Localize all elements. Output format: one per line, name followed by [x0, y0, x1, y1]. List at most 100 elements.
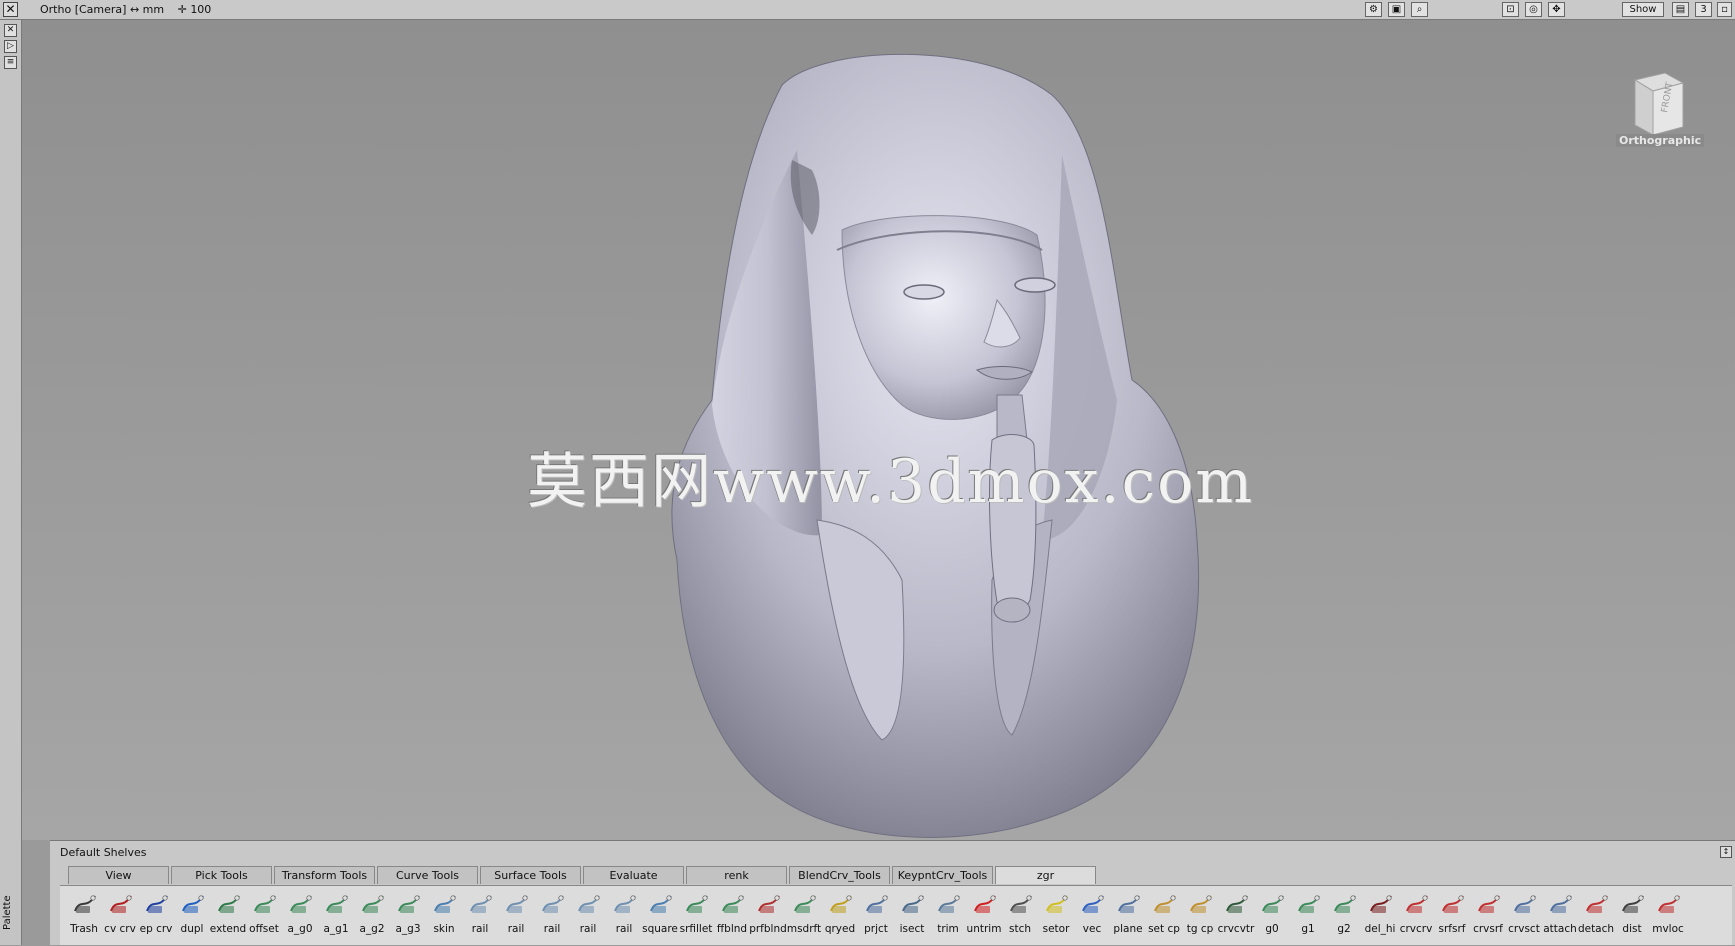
tool-Trash-button[interactable]: Trash [66, 886, 102, 944]
project-icon [866, 895, 888, 913]
tool-attach-button[interactable]: attach [1542, 886, 1578, 944]
layout-number-button[interactable]: 3 [1695, 2, 1712, 17]
tool-vec-button[interactable]: vec [1074, 886, 1110, 944]
tool-label: g2 [1337, 923, 1351, 935]
tool-label: set cp [1148, 923, 1180, 935]
palette-label[interactable]: Palette [2, 870, 16, 930]
shelf-tab-surface-tools[interactable]: Surface Tools [480, 866, 581, 884]
tool-prfblnd-button[interactable]: prfblnd [749, 886, 787, 944]
tool-crvcrv-button[interactable]: crvcrv [1398, 886, 1434, 944]
tool-label: a_g2 [359, 923, 385, 935]
tool-square-button[interactable]: square [642, 886, 678, 944]
close-panel-icon[interactable]: ✕ [4, 24, 17, 37]
expand-arrow-icon[interactable]: ▷ [4, 40, 17, 53]
tool-rail-button[interactable]: rail [462, 886, 498, 944]
shelf-tab-evaluate[interactable]: Evaluate [583, 866, 684, 884]
show-button[interactable]: Show [1622, 2, 1664, 17]
view-move-icon[interactable]: ✥ [1548, 2, 1565, 17]
curve-surface-icon [1478, 895, 1500, 913]
tool-rail-button[interactable]: rail [534, 886, 570, 944]
tool-label: vec [1082, 923, 1102, 935]
tool-del-hi-button[interactable]: del_hi [1362, 886, 1398, 944]
tool-ep-crv-button[interactable]: ep crv [138, 886, 174, 944]
shelf-resize-icon[interactable]: ↕ [1720, 846, 1732, 858]
tool-skin-button[interactable]: skin [426, 886, 462, 944]
tool-label: dupl [180, 923, 204, 935]
tool-trim-button[interactable]: trim [930, 886, 966, 944]
tool-rail-button[interactable]: rail [570, 886, 606, 944]
tool-g1-button[interactable]: g1 [1290, 886, 1326, 944]
camera-zoom-icon[interactable]: ⌕ [1411, 2, 1428, 17]
tool-dist-button[interactable]: dist [1614, 886, 1650, 944]
intersect-icon [902, 895, 924, 913]
tool-label: crvsrf [1473, 923, 1503, 935]
tool-cv-crv-button[interactable]: cv crv [102, 886, 138, 944]
align-g2-icon [362, 895, 384, 913]
shelf-tab-keypntcrv-tools[interactable]: KeypntCrv_Tools [892, 866, 993, 884]
tool-plane-button[interactable]: plane [1110, 886, 1146, 944]
tool-a-g3-button[interactable]: a_g3 [390, 886, 426, 944]
view-fit-icon[interactable]: ⊡ [1502, 2, 1519, 17]
tool-detach-button[interactable]: detach [1578, 886, 1614, 944]
tool-crvsrf-button[interactable]: crvsrf [1470, 886, 1506, 944]
tool-setor-button[interactable]: setor [1038, 886, 1074, 944]
layout-icon[interactable]: ▤ [1672, 2, 1689, 17]
shelf-panel: Default Shelves ↕ View Pick Tools Transfor… [50, 840, 1735, 945]
maximize-window-icon[interactable]: ▫ [1717, 2, 1732, 17]
tool-offset-button[interactable]: offset [246, 886, 282, 944]
set-orientation-icon [1046, 895, 1068, 913]
tool-label: cv crv [104, 923, 136, 935]
grid-icon: ✛ [177, 3, 187, 16]
tool-dupl-button[interactable]: dupl [174, 886, 210, 944]
tool-extend-button[interactable]: extend [210, 886, 246, 944]
tool-set-cp-button[interactable]: set cp [1146, 886, 1182, 944]
shelf-tab-renk[interactable]: renk [686, 866, 787, 884]
grid-value: 100 [190, 3, 212, 16]
tool-label: isect [899, 923, 925, 935]
tool-rail-button[interactable]: rail [606, 886, 642, 944]
tool-a-g0-button[interactable]: a_g0 [282, 886, 318, 944]
tool-stch-button[interactable]: stch [1002, 886, 1038, 944]
tool-msdrft-button[interactable]: msdrft [786, 886, 822, 944]
tool-a-g1-button[interactable]: a_g1 [318, 886, 354, 944]
view-cube-icon[interactable]: FRONT [1627, 55, 1687, 145]
surface-surface-icon [1442, 895, 1464, 913]
camera-track-icon[interactable]: ▣ [1388, 2, 1405, 17]
shelf-tab-transform-tools[interactable]: Transform Tools [274, 866, 375, 884]
trim-icon [938, 895, 960, 913]
tool-g2-button[interactable]: g2 [1326, 886, 1362, 944]
shelf-tab-pick-tools[interactable]: Pick Tools [171, 866, 272, 884]
modeling-viewport[interactable]: 莫西网www.3dmox.com FRONT Orthographic [22, 20, 1735, 840]
shelf-tab-curve-tools[interactable]: Curve Tools [377, 866, 478, 884]
tool-label: offset [249, 923, 279, 935]
shelf-tabs: View Pick Tools Transform Tools Curve Tools… [68, 866, 1098, 886]
tool-crvcvtr-button[interactable]: crvcvtr [1218, 886, 1254, 944]
curve-section-icon [1514, 895, 1536, 913]
menu-list-icon[interactable]: ≡ [4, 56, 17, 69]
multi-draft-icon [794, 895, 816, 913]
tool-prjct-button[interactable]: prjct [858, 886, 894, 944]
shelf-tab-view[interactable]: View [68, 866, 169, 884]
tool-label: del_hi [1364, 923, 1396, 935]
view-look-icon[interactable]: ◎ [1525, 2, 1542, 17]
attach-icon [1550, 895, 1572, 913]
tool-crvsct-button[interactable]: crvsct [1506, 886, 1542, 944]
tool-rail-button[interactable]: rail [498, 886, 534, 944]
tool-untrim-button[interactable]: untrim [966, 886, 1002, 944]
tool-label: skin [433, 923, 455, 935]
rail-icon [470, 895, 492, 913]
shelf-tab-blendcrv-tools[interactable]: BlendCrv_Tools [789, 866, 890, 884]
shelf-tab-zgr[interactable]: zgr [995, 866, 1096, 884]
close-window-icon[interactable]: ✕ [3, 2, 18, 17]
tool-ffblnd-button[interactable]: ffblnd [714, 886, 750, 944]
tool-srfsrf-button[interactable]: srfsrf [1434, 886, 1470, 944]
tool-qryed-button[interactable]: qryed [822, 886, 858, 944]
tool-srfillet-button[interactable]: srfillet [678, 886, 714, 944]
tool-a-g2-button[interactable]: a_g2 [354, 886, 390, 944]
tool-mvloc-button[interactable]: mvloc [1650, 886, 1686, 944]
tool-tg-cp-button[interactable]: tg cp [1182, 886, 1218, 944]
camera-tumble-icon[interactable]: ⚙ [1365, 2, 1382, 17]
tool-label: srfsrf [1438, 923, 1466, 935]
tool-isect-button[interactable]: isect [894, 886, 930, 944]
tool-g0-button[interactable]: g0 [1254, 886, 1290, 944]
